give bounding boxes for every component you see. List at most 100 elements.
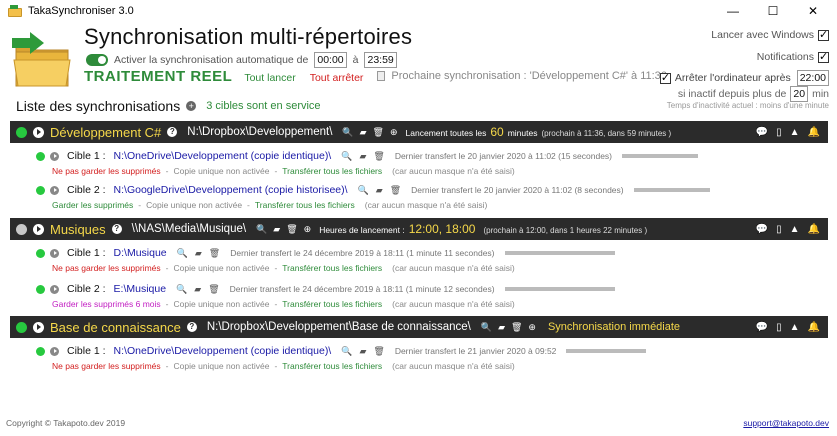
target-status-icon[interactable] [36, 248, 45, 258]
help-icon[interactable]: ? [186, 322, 197, 332]
auto-start-time-input[interactable]: 00:00 [314, 52, 347, 68]
play-icon[interactable] [33, 223, 44, 235]
single-copy[interactable]: Copie unique non activée [174, 361, 270, 371]
folder-icon[interactable]: ▰ [194, 284, 201, 295]
deleted-policy[interactable]: Ne pas garder les supprimés [52, 166, 161, 176]
schedule-value[interactable]: 12:00, 18:00 [409, 222, 476, 236]
warning-icon[interactable]: ▲ [790, 127, 800, 138]
comment-icon[interactable]: 💬 [756, 127, 768, 138]
search-icon[interactable]: 🔍 [341, 346, 352, 357]
group-name[interactable]: Développement C# [50, 125, 161, 140]
status-on-icon[interactable] [16, 126, 27, 138]
launch-all-link[interactable]: Tout lancer [244, 72, 295, 84]
warning-icon[interactable]: ▲ [790, 224, 800, 235]
folder-icon[interactable]: ▰ [273, 224, 280, 235]
minimize-button[interactable]: — [713, 0, 753, 22]
notifications-checkbox[interactable] [818, 50, 829, 64]
target-path[interactable]: N:\OneDrive\Developpement (copie identiq… [114, 345, 332, 357]
status-on-icon[interactable] [16, 321, 27, 333]
document-icon[interactable]: ▯ [776, 127, 782, 138]
play-icon[interactable] [33, 126, 44, 138]
group-path[interactable]: N:\Dropbox\Developpement\ [187, 126, 332, 138]
deleted-policy[interactable]: Garder les supprimés 6 mois [52, 299, 161, 309]
target-path[interactable]: D:\Musique [114, 247, 167, 259]
bell-icon[interactable]: 🔔 [808, 224, 820, 235]
shutdown-checkbox[interactable] [659, 71, 671, 84]
schedule-value[interactable]: Synchronisation immédiate [548, 321, 680, 333]
schedule-value[interactable]: 60 [490, 125, 503, 139]
target-play-icon[interactable] [50, 248, 59, 258]
transfer-mask[interactable]: Transférer tous les fichiers [255, 200, 355, 210]
target-status-icon[interactable] [36, 284, 45, 294]
transfer-mask[interactable]: Transférer tous les fichiers [282, 361, 382, 371]
delete-icon[interactable]: 🗑 [511, 322, 522, 333]
deleted-policy[interactable]: Garder les supprimés [52, 200, 133, 210]
folder-icon[interactable]: ▰ [359, 346, 366, 357]
transfer-mask[interactable]: Transférer tous les fichiers [282, 263, 382, 273]
single-copy[interactable]: Copie unique non activée [174, 263, 270, 273]
target-status-icon[interactable] [36, 346, 45, 356]
transfer-mask[interactable]: Transférer tous les fichiers [282, 166, 382, 176]
single-copy[interactable]: Copie unique non activée [146, 200, 242, 210]
search-icon[interactable]: 🔍 [256, 224, 267, 235]
folder-icon[interactable]: ▰ [360, 127, 367, 138]
target-play-icon[interactable] [50, 346, 59, 356]
delete-icon[interactable]: 🗑 [286, 224, 297, 235]
target-play-icon[interactable] [50, 151, 59, 161]
target-play-icon[interactable] [50, 284, 59, 294]
bell-icon[interactable]: 🔔 [808, 127, 820, 138]
add-target-icon[interactable]: ⊕ [304, 224, 312, 235]
delete-icon[interactable]: 🗑 [373, 127, 384, 138]
search-icon[interactable]: 🔍 [177, 248, 188, 259]
search-icon[interactable]: 🔍 [481, 322, 492, 333]
add-target-icon[interactable]: ⊕ [390, 127, 398, 138]
comment-icon[interactable]: 💬 [756, 224, 768, 235]
help-icon[interactable]: ? [111, 224, 122, 234]
search-icon[interactable]: 🔍 [358, 185, 369, 196]
delete-icon[interactable]: 🗑 [208, 284, 219, 295]
support-link[interactable]: support@takapoto.dev [743, 418, 829, 428]
target-play-icon[interactable] [50, 185, 59, 195]
shutdown-time-input[interactable]: 22:00 [796, 70, 829, 86]
folder-icon[interactable]: ▰ [498, 322, 505, 333]
start-with-windows-checkbox[interactable] [818, 28, 829, 42]
sync-group[interactable]: Base de connaissance ? N:\Dropbox\Develo… [10, 316, 828, 338]
transfer-mask[interactable]: Transférer tous les fichiers [282, 299, 382, 309]
play-icon[interactable] [33, 321, 44, 333]
group-name[interactable]: Musiques [50, 222, 106, 237]
single-copy[interactable]: Copie unique non activée [174, 166, 270, 176]
close-button[interactable]: ✕ [793, 0, 833, 22]
folder-icon[interactable]: ▰ [359, 151, 366, 162]
folder-icon[interactable]: ▰ [195, 248, 202, 259]
inactive-minutes-input[interactable]: 20 [790, 86, 809, 102]
search-icon[interactable]: 🔍 [176, 284, 187, 295]
delete-icon[interactable]: 🗑 [373, 151, 384, 162]
group-name[interactable]: Base de connaissance [50, 320, 181, 335]
auto-end-time-input[interactable]: 23:59 [364, 52, 397, 68]
delete-icon[interactable]: 🗑 [373, 346, 384, 357]
target-status-icon[interactable] [36, 151, 45, 161]
deleted-policy[interactable]: Ne pas garder les supprimés [52, 263, 161, 273]
maximize-button[interactable]: ☐ [753, 0, 793, 22]
document-icon[interactable]: ▯ [776, 224, 782, 235]
sync-group[interactable]: Musiques ? \\NAS\Media\Musique\ 🔍 ▰ 🗑 ⊕ … [10, 218, 828, 240]
document-icon[interactable]: ▯ [776, 322, 782, 333]
deleted-policy[interactable]: Ne pas garder les supprimés [52, 361, 161, 371]
target-status-icon[interactable] [36, 185, 45, 195]
bell-icon[interactable]: 🔔 [808, 322, 820, 333]
group-path[interactable]: \\NAS\Media\Musique\ [132, 223, 246, 235]
mode-label[interactable]: TRAITEMENT REEL [84, 68, 232, 85]
delete-icon[interactable]: 🗑 [390, 185, 401, 196]
help-icon[interactable]: ? [167, 127, 178, 137]
search-icon[interactable]: 🔍 [341, 151, 352, 162]
auto-sync-toggle[interactable] [86, 54, 108, 66]
group-path[interactable]: N:\Dropbox\Developpement\Base de connais… [207, 321, 471, 333]
log-icon[interactable] [377, 71, 386, 81]
target-path[interactable]: N:\OneDrive\Developpement (copie identiq… [114, 150, 332, 162]
status-off-icon[interactable] [16, 223, 27, 235]
sync-group[interactable]: Développement C# ? N:\Dropbox\Developpem… [10, 121, 828, 143]
add-sync-icon[interactable]: + [186, 101, 197, 111]
search-icon[interactable]: 🔍 [342, 127, 353, 138]
single-copy[interactable]: Copie unique non activée [174, 299, 270, 309]
add-target-icon[interactable]: ⊕ [528, 322, 536, 333]
